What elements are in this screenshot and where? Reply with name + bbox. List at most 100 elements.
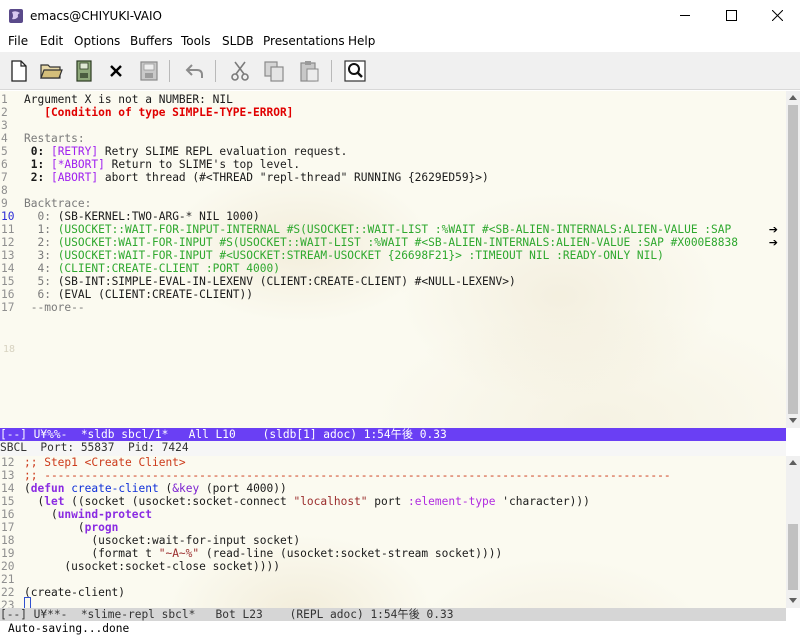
sldb-mode-line[interactable]: [--] U¥%%- *sldb sbcl/1* All L10 (sldb[1…	[0, 428, 786, 441]
copy-button[interactable]	[262, 59, 286, 83]
code-line[interactable]: 12 2: (USOCKET:WAIT-FOR-INPUT #S(USOCKET…	[0, 236, 786, 249]
menu-edit[interactable]: Edit	[40, 34, 63, 48]
line-number: 18	[1, 534, 15, 547]
scroll-thumb[interactable]	[788, 105, 798, 414]
code-token: defun	[30, 482, 65, 495]
scroll-thumb[interactable]	[788, 524, 798, 590]
menu-options[interactable]: Options	[74, 34, 120, 48]
close-button[interactable]	[754, 0, 800, 30]
line-number: 7	[1, 171, 8, 184]
line-text: 3: (USOCKET:WAIT-FOR-INPUT #<USOCKET:STR…	[24, 249, 663, 262]
code-token: abort thread (#<THREAD "repl-thread" RUN…	[98, 171, 489, 184]
code-line[interactable]: 15 5: (SB-INT:SIMPLE-EVAL-IN-LEXENV (CLI…	[0, 275, 786, 288]
save-as-icon	[140, 61, 158, 81]
code-line[interactable]: 16 6: (EVAL (CLIENT:CREATE-CLIENT))	[0, 288, 786, 301]
code-line[interactable]: 18 (usocket:wait-for-input socket)	[0, 534, 786, 547]
code-line[interactable]: 22 (create-client)	[0, 586, 786, 599]
open-folder-button[interactable]	[39, 59, 63, 83]
line-number: 17	[1, 521, 15, 534]
code-line[interactable]: 17 (progn	[0, 521, 786, 534]
code-line[interactable]: 13 ;; -----------------------------------…	[0, 469, 786, 482]
line-number: 10	[1, 210, 15, 223]
code-line[interactable]: 16 (unwind-protect	[0, 508, 786, 521]
new-file-button[interactable]	[7, 59, 31, 83]
line-number: 8	[1, 184, 8, 197]
line-number: 12	[1, 456, 15, 469]
menu-presentations[interactable]: Presentations	[263, 34, 345, 48]
code-line[interactable]: 11 1: (USOCKET::WAIT-FOR-INPUT-INTERNAL …	[0, 223, 786, 236]
code-line[interactable]: 2 [Condition of type SIMPLE-TYPE-ERROR]	[0, 106, 786, 119]
repl-mode-line[interactable]: [--] U¥**- *slime-repl sbcl* Bot L23 (RE…	[0, 608, 786, 621]
line-text: (format t "~A~%" (read-line (usocket:soc…	[24, 547, 502, 560]
code-token: port	[367, 495, 408, 508]
menu-file[interactable]: File	[8, 34, 28, 48]
code-token: 4:	[24, 262, 58, 275]
code-line[interactable]: 1 Argument X is not a NUMBER: NIL	[0, 93, 786, 106]
code-line[interactable]: 12 ;; Step1 <Create Client>	[0, 456, 786, 469]
close-x-icon	[110, 65, 122, 77]
code-token: "~A~%"	[158, 547, 200, 560]
code-token: 'character)))	[495, 495, 590, 508]
scroll-down-arrow[interactable]	[789, 598, 797, 603]
code-line[interactable]: 4 Restarts:	[0, 132, 786, 145]
sldb-buffer[interactable]: 1 Argument X is not a NUMBER: NIL 2 [Condi…	[0, 91, 786, 428]
code-token: Retry SLIME REPL evaluation request.	[98, 145, 348, 158]
menu-sldb[interactable]: SLDB	[222, 34, 254, 48]
search-icon	[344, 60, 366, 82]
minimize-icon	[680, 15, 690, 16]
search-button[interactable]	[343, 59, 367, 83]
line-number: 4	[1, 132, 8, 145]
code-line[interactable]: 9 Backtrace:	[0, 197, 786, 210]
menu-help[interactable]: Help	[348, 34, 375, 48]
code-token: (format t	[24, 547, 159, 560]
scroll-up-arrow[interactable]	[789, 95, 797, 100]
code-line[interactable]: 14 4: (CLIENT:CREATE-CLIENT :PORT 4000)	[0, 262, 786, 275]
title-bar: emacs@CHIYUKI-VAIO	[0, 0, 800, 31]
code-line[interactable]: 6 1: [*ABORT] Return to SLIME's top leve…	[0, 158, 786, 171]
undo-button[interactable]	[183, 59, 207, 83]
line-number: 6	[1, 158, 8, 171]
text-cursor	[24, 597, 31, 608]
code-token: [ABORT]	[50, 171, 99, 184]
code-line[interactable]: 21	[0, 573, 786, 586]
code-line[interactable]: 15 (let ((socket (usocket:socket-connect…	[0, 495, 786, 508]
code-line[interactable]: 5 0: [RETRY] Retry SLIME REPL evaluation…	[0, 145, 786, 158]
close-buffer-button[interactable]	[104, 59, 128, 83]
save-disk-button[interactable]	[72, 59, 96, 83]
line-text: 2: [ABORT] abort thread (#<THREAD "repl-…	[24, 171, 489, 184]
scroll-down-arrow[interactable]	[789, 418, 797, 423]
code-line[interactable]: 7 2: [ABORT] abort thread (#<THREAD "rep…	[0, 171, 786, 184]
sldb-scrollbar[interactable]	[786, 91, 800, 428]
menu-tools[interactable]: Tools	[181, 34, 211, 48]
paste-button[interactable]	[297, 59, 321, 83]
repl-scrollbar[interactable]	[786, 456, 800, 608]
maximize-icon	[726, 10, 737, 21]
menu-bar: File Edit Options Buffers Tools SLDB Pre…	[0, 31, 800, 51]
line-number: 14	[1, 262, 15, 275]
line-number: 22	[1, 586, 15, 599]
cut-button[interactable]	[228, 59, 252, 83]
slime-repl-buffer[interactable]: 12 ;; Step1 <Create Client> 13 ;; ---------…	[0, 456, 786, 608]
code-line[interactable]: 13 3: (USOCKET:WAIT-FOR-INPUT #<USOCKET:…	[0, 249, 786, 262]
minimize-button[interactable]	[662, 0, 708, 30]
code-token: "localhost"	[293, 495, 368, 508]
line-number: 16	[1, 508, 15, 521]
code-line[interactable]: 20 (usocket:socket-close socket))))	[0, 560, 786, 573]
code-line[interactable]: 8	[0, 184, 786, 197]
code-token: 2:	[24, 236, 58, 249]
code-line[interactable]: 3	[0, 119, 786, 132]
code-token: (	[24, 508, 58, 521]
code-token: (EVAL (CLIENT:CREATE-CLIENT))	[57, 288, 254, 301]
maximize-button[interactable]	[708, 0, 754, 30]
code-line[interactable]: 19 (format t "~A~%" (read-line (usocket:…	[0, 547, 786, 560]
code-line[interactable]: 17 --more--	[0, 301, 786, 314]
code-token: Argument X is not a NUMBER: NIL	[24, 93, 233, 106]
save-as-button[interactable]	[137, 59, 161, 83]
code-line[interactable]: 14 (defun create-client (&key (port 4000)…	[0, 482, 786, 495]
line-text: 6: (EVAL (CLIENT:CREATE-CLIENT))	[24, 288, 253, 301]
code-line[interactable]: 23	[0, 599, 786, 608]
scroll-up-arrow[interactable]	[789, 460, 797, 465]
line-number: 2	[1, 106, 8, 119]
code-line[interactable]: 10 0: (SB-KERNEL:TWO-ARG-* NIL 1000)	[0, 210, 786, 223]
menu-buffers[interactable]: Buffers	[130, 34, 173, 48]
